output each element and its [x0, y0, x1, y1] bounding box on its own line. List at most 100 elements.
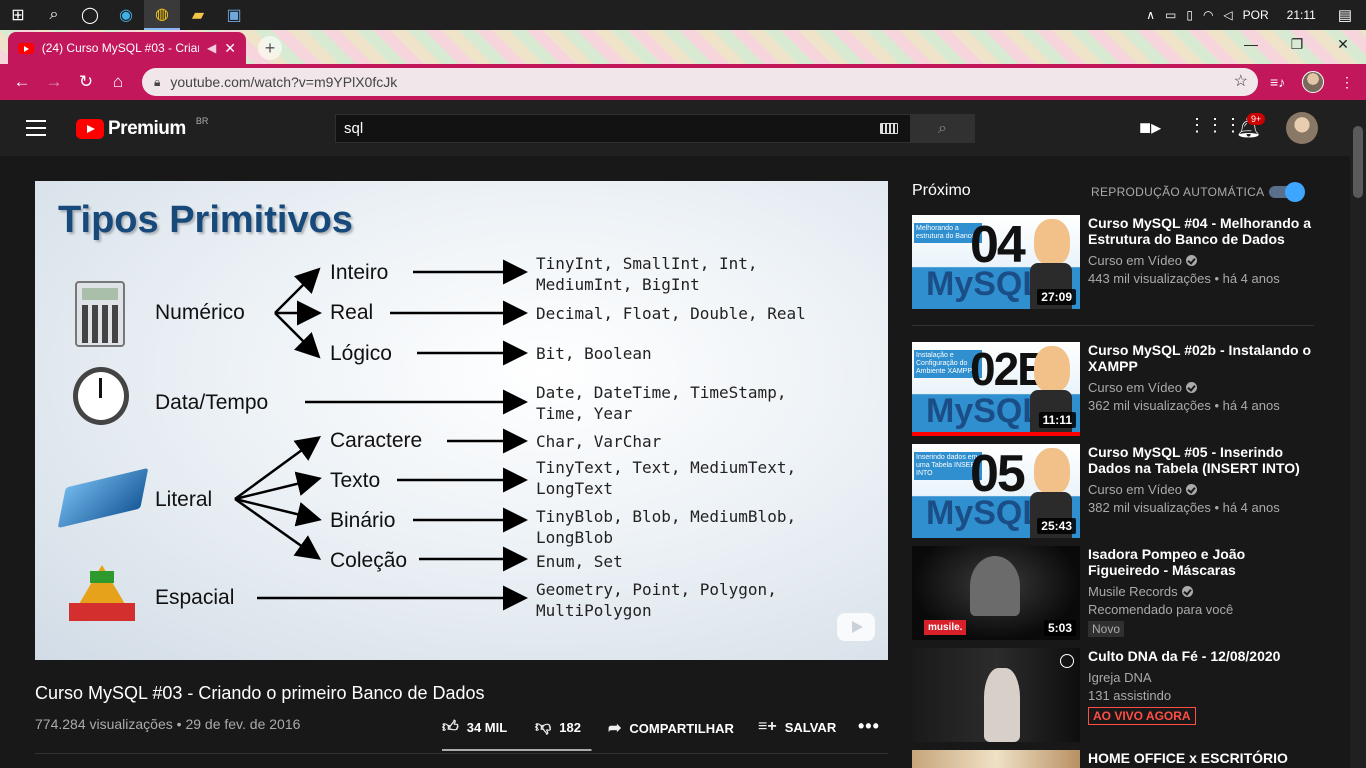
- cartoon-figure: [1034, 448, 1070, 494]
- channel-logo-icon: [1060, 654, 1074, 668]
- forward-icon[interactable]: →: [38, 64, 70, 100]
- card-title[interactable]: Curso MySQL #04 - Melhorando a Estrutura…: [1088, 215, 1314, 247]
- recommendation-card[interactable]: musile. 5:03 Isadora Pompeo e João Figue…: [912, 546, 1322, 640]
- back-icon[interactable]: ←: [6, 64, 38, 100]
- card-title[interactable]: Isadora Pompeo e João Figueiredo - Másca…: [1088, 546, 1314, 578]
- edge-icon[interactable]: ◉: [108, 0, 144, 30]
- search-icon[interactable]: ⌕: [36, 0, 72, 30]
- card-title[interactable]: Culto DNA da Fé - 12/08/2020: [1088, 648, 1314, 664]
- battery-icon[interactable]: ▭: [1165, 8, 1176, 22]
- search-input[interactable]: sql: [335, 114, 911, 143]
- apps-grid-icon[interactable]: ⋮⋮⋮: [1188, 115, 1242, 136]
- types-colecao: Enum, Set: [536, 552, 623, 571]
- reload-icon[interactable]: ↻: [70, 64, 102, 100]
- media-controls-icon[interactable]: ≡♪: [1270, 64, 1285, 100]
- browser-menu-icon[interactable]: ⋮: [1340, 64, 1354, 100]
- language-indicator[interactable]: POR: [1243, 8, 1269, 22]
- card-title[interactable]: Curso MySQL #05 - Inserindo Dados na Tab…: [1088, 444, 1314, 476]
- volume-icon[interactable]: ◁: [1223, 8, 1232, 22]
- video-thumbnail[interactable]: Instalação e Configuração do Ambiente XA…: [912, 342, 1080, 436]
- video-thumbnail[interactable]: [912, 750, 1080, 768]
- window-controls: — ❐ ✕: [1228, 30, 1366, 58]
- video-stats: 774.284 visualizações • 29 de fev. de 20…: [35, 716, 301, 732]
- types-binario: TinyBlob, Blob, MediumBlob, LongBlob: [536, 507, 797, 547]
- card-meta: 443 mil visualizações • há 4 anos: [1088, 271, 1280, 286]
- chrome-icon[interactable]: ◍: [144, 0, 180, 30]
- new-tab-button[interactable]: +: [258, 36, 282, 60]
- channel-name[interactable]: Curso em Vídeo: [1088, 379, 1314, 397]
- card-title[interactable]: HOME OFFICE x ESCRITÓRIO: [1088, 750, 1314, 766]
- menu-icon[interactable]: [26, 120, 46, 136]
- audio-icon[interactable]: ◀: [207, 41, 216, 55]
- sidebar-separator: [912, 325, 1314, 326]
- keyboard-icon[interactable]: [880, 123, 898, 134]
- dislike-button[interactable]: 👎︎ 182: [535, 718, 581, 737]
- recommendation-card[interactable]: HOME OFFICE x ESCRITÓRIO: [912, 750, 1322, 768]
- category-literal: Literal: [155, 488, 213, 511]
- network-icon[interactable]: ▯: [1186, 8, 1193, 22]
- clock[interactable]: 21:11: [1287, 8, 1316, 22]
- arrow: [274, 312, 321, 359]
- wifi-icon[interactable]: ◠: [1203, 8, 1213, 22]
- save-button[interactable]: ≡+ SALVAR: [758, 718, 836, 736]
- page-scrollbar[interactable]: [1350, 100, 1366, 768]
- video-thumbnail[interactable]: musile. 5:03: [912, 546, 1080, 640]
- recommendation-card[interactable]: Culto DNA da Fé - 12/08/2020 Igreja DNA …: [912, 648, 1322, 742]
- channel-name[interactable]: Igreja DNA: [1088, 669, 1314, 687]
- cartoon-figure: [1034, 346, 1070, 392]
- channel-name[interactable]: Curso em Vídeo: [1088, 252, 1314, 270]
- video-thumbnail[interactable]: Melhorando a estrutura do Banco 04 MySQL…: [912, 215, 1080, 309]
- logo-text: Premium: [108, 118, 186, 139]
- sub-caractere: Caractere: [330, 429, 423, 452]
- sub-binario: Binário: [330, 509, 396, 532]
- search-button[interactable]: ⌕: [910, 114, 975, 143]
- scrollbar-thumb[interactable]: [1353, 126, 1363, 198]
- thumb-word: MySQL: [926, 265, 1044, 303]
- like-count: 34 MIL: [466, 720, 508, 735]
- recommendation-card[interactable]: Melhorando a estrutura do Banco 04 MySQL…: [912, 215, 1322, 309]
- search-value: sql: [344, 120, 364, 137]
- card-meta: 382 mil visualizações • há 4 anos: [1088, 500, 1280, 515]
- close-tab-icon[interactable]: ✕: [224, 40, 236, 57]
- bookmark-star-icon[interactable]: ☆: [1234, 71, 1248, 91]
- windows-start-icon[interactable]: ⊞: [0, 0, 36, 30]
- system-tray: ∧ ▭ ▯ ◠ ◁ POR 21:11 ▤: [1146, 0, 1366, 30]
- share-label: COMPARTILHAR: [629, 720, 734, 736]
- browser-profile-avatar[interactable]: [1302, 71, 1324, 93]
- home-icon[interactable]: ⌂: [102, 64, 134, 100]
- verified-icon: [1185, 484, 1197, 495]
- thumb-word: MySQL: [926, 494, 1044, 532]
- sub-real: Real: [330, 301, 374, 324]
- browser-tab-active[interactable]: (24) Curso MySQL #03 - Criand ◀ ✕: [8, 32, 246, 64]
- chevron-up-icon[interactable]: ∧: [1146, 8, 1155, 22]
- like-button[interactable]: 👍︎ 34 MIL: [442, 718, 507, 737]
- restore-icon[interactable]: ❐: [1274, 30, 1320, 58]
- more-actions-icon[interactable]: •••: [858, 716, 880, 737]
- video-title: Curso MySQL #03 - Criando o primeiro Ban…: [35, 683, 485, 703]
- recommendation-card[interactable]: Instalação e Configuração do Ambiente XA…: [912, 342, 1322, 436]
- card-title[interactable]: Curso MySQL #02b - Instalando o XAMPP: [1088, 342, 1314, 374]
- youtube-premium-logo[interactable]: Premium BR: [76, 116, 208, 140]
- video-thumbnail[interactable]: [912, 648, 1080, 742]
- youtube-watermark-icon[interactable]: [837, 613, 875, 641]
- autoplay-toggle[interactable]: [1269, 182, 1305, 202]
- recommendation-card[interactable]: Inserindo dados em uma Tabela INSERT INT…: [912, 444, 1322, 538]
- divider: [35, 753, 888, 754]
- channel-name[interactable]: Musile Records: [1088, 583, 1314, 601]
- app-icon[interactable]: ▣: [216, 0, 252, 30]
- close-window-icon[interactable]: ✕: [1320, 30, 1366, 58]
- account-avatar[interactable]: [1286, 112, 1318, 144]
- up-next-label: Próximo: [912, 182, 971, 199]
- share-button[interactable]: ➦ COMPARTILHAR: [608, 718, 734, 738]
- notifications-icon[interactable]: ▤: [1338, 6, 1352, 24]
- address-bar[interactable]: 🔒︎ youtube.com/watch?v=m9YPlX0fcJk ☆: [142, 68, 1258, 96]
- file-explorer-icon[interactable]: ▰: [180, 0, 216, 30]
- video-player[interactable]: Tipos Primitivos Numérico Data/Tempo Lit…: [35, 181, 888, 660]
- channel-name[interactable]: Curso em Vídeo: [1088, 481, 1314, 499]
- video-thumbnail[interactable]: Inserindo dados em uma Tabela INSERT INT…: [912, 444, 1080, 538]
- like-ratio-bar: [442, 749, 592, 751]
- task-view-icon[interactable]: ◯: [72, 0, 108, 30]
- create-video-icon[interactable]: ■▸: [1139, 115, 1161, 140]
- minimize-icon[interactable]: —: [1228, 30, 1274, 58]
- lock-icon[interactable]: 🔒︎: [154, 75, 160, 90]
